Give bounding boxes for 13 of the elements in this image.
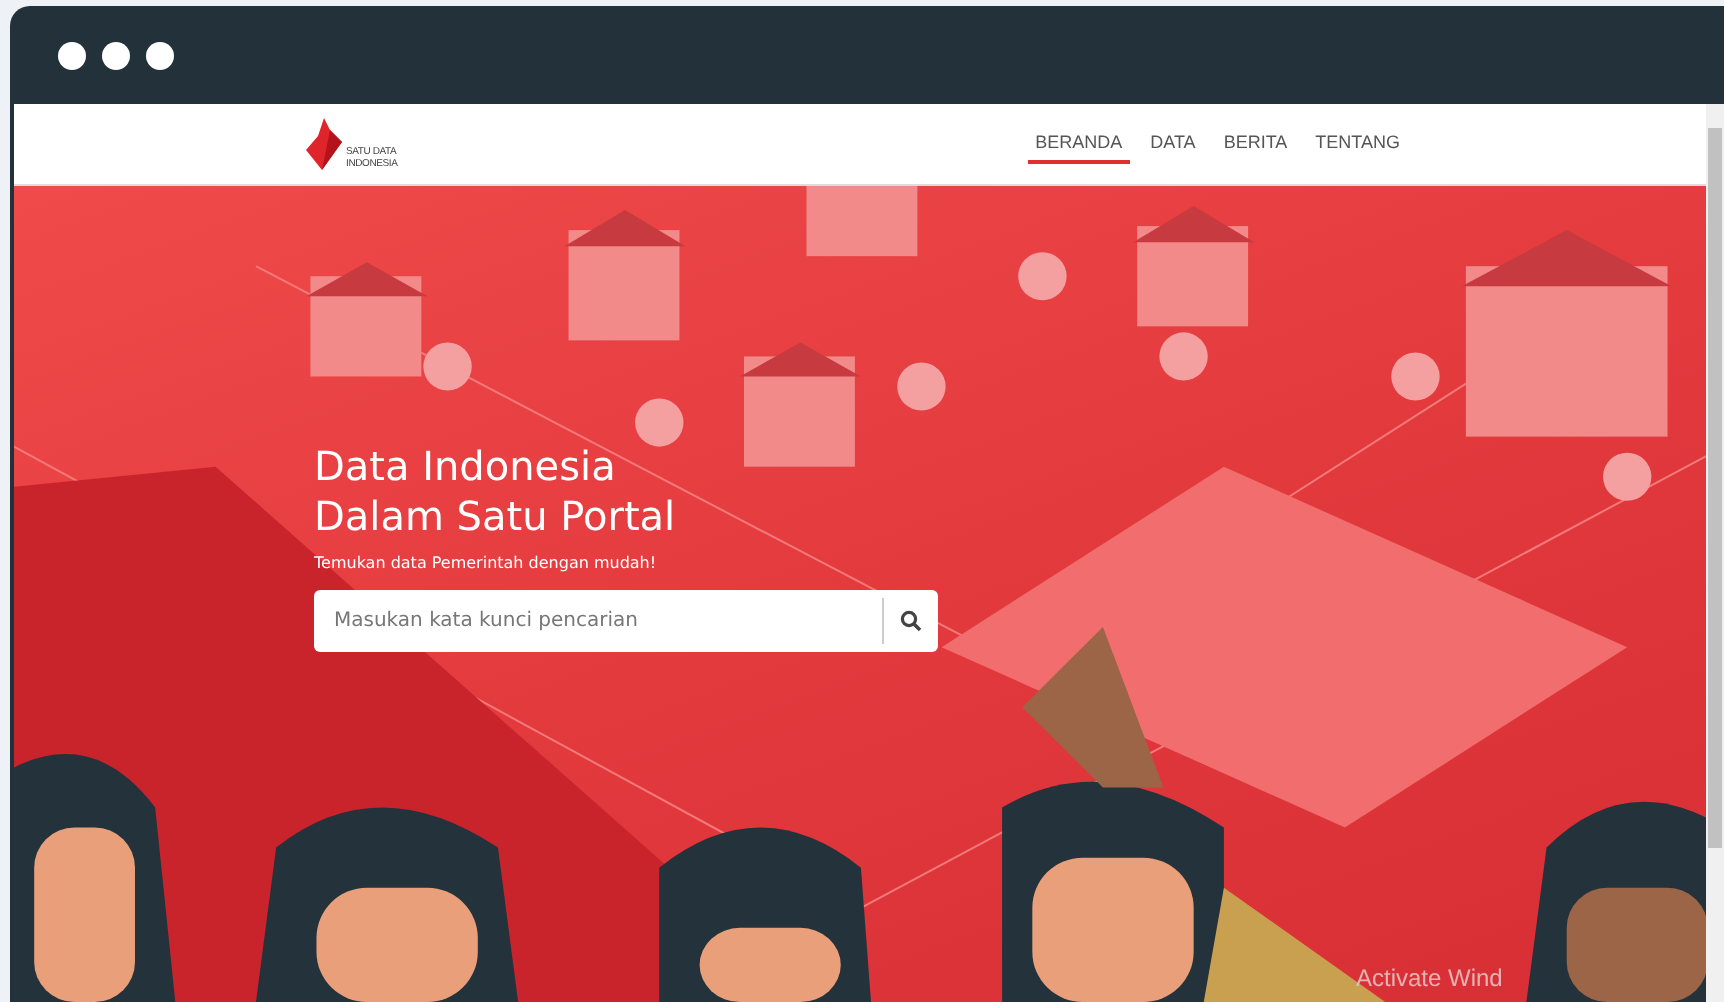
window-dot [102,41,130,69]
window-dot [58,41,86,69]
scrollbar[interactable] [1706,104,1724,1002]
nav-link[interactable]: BERITA [1215,124,1296,164]
activation-watermark-text: Activate Wind [1356,964,1503,992]
search-icon [900,610,922,632]
nav-link[interactable]: TENTANG [1307,124,1408,164]
logo-icon [306,118,342,170]
hero-title: Data Indonesia Dalam Satu Portal [314,442,678,542]
nav-link[interactable]: DATA [1142,124,1204,164]
hero-subtitle: Temukan data Pemerintah dengan mudah! [314,554,659,572]
nav-link[interactable]: BERANDA [1027,124,1131,164]
window-dot [146,41,174,69]
